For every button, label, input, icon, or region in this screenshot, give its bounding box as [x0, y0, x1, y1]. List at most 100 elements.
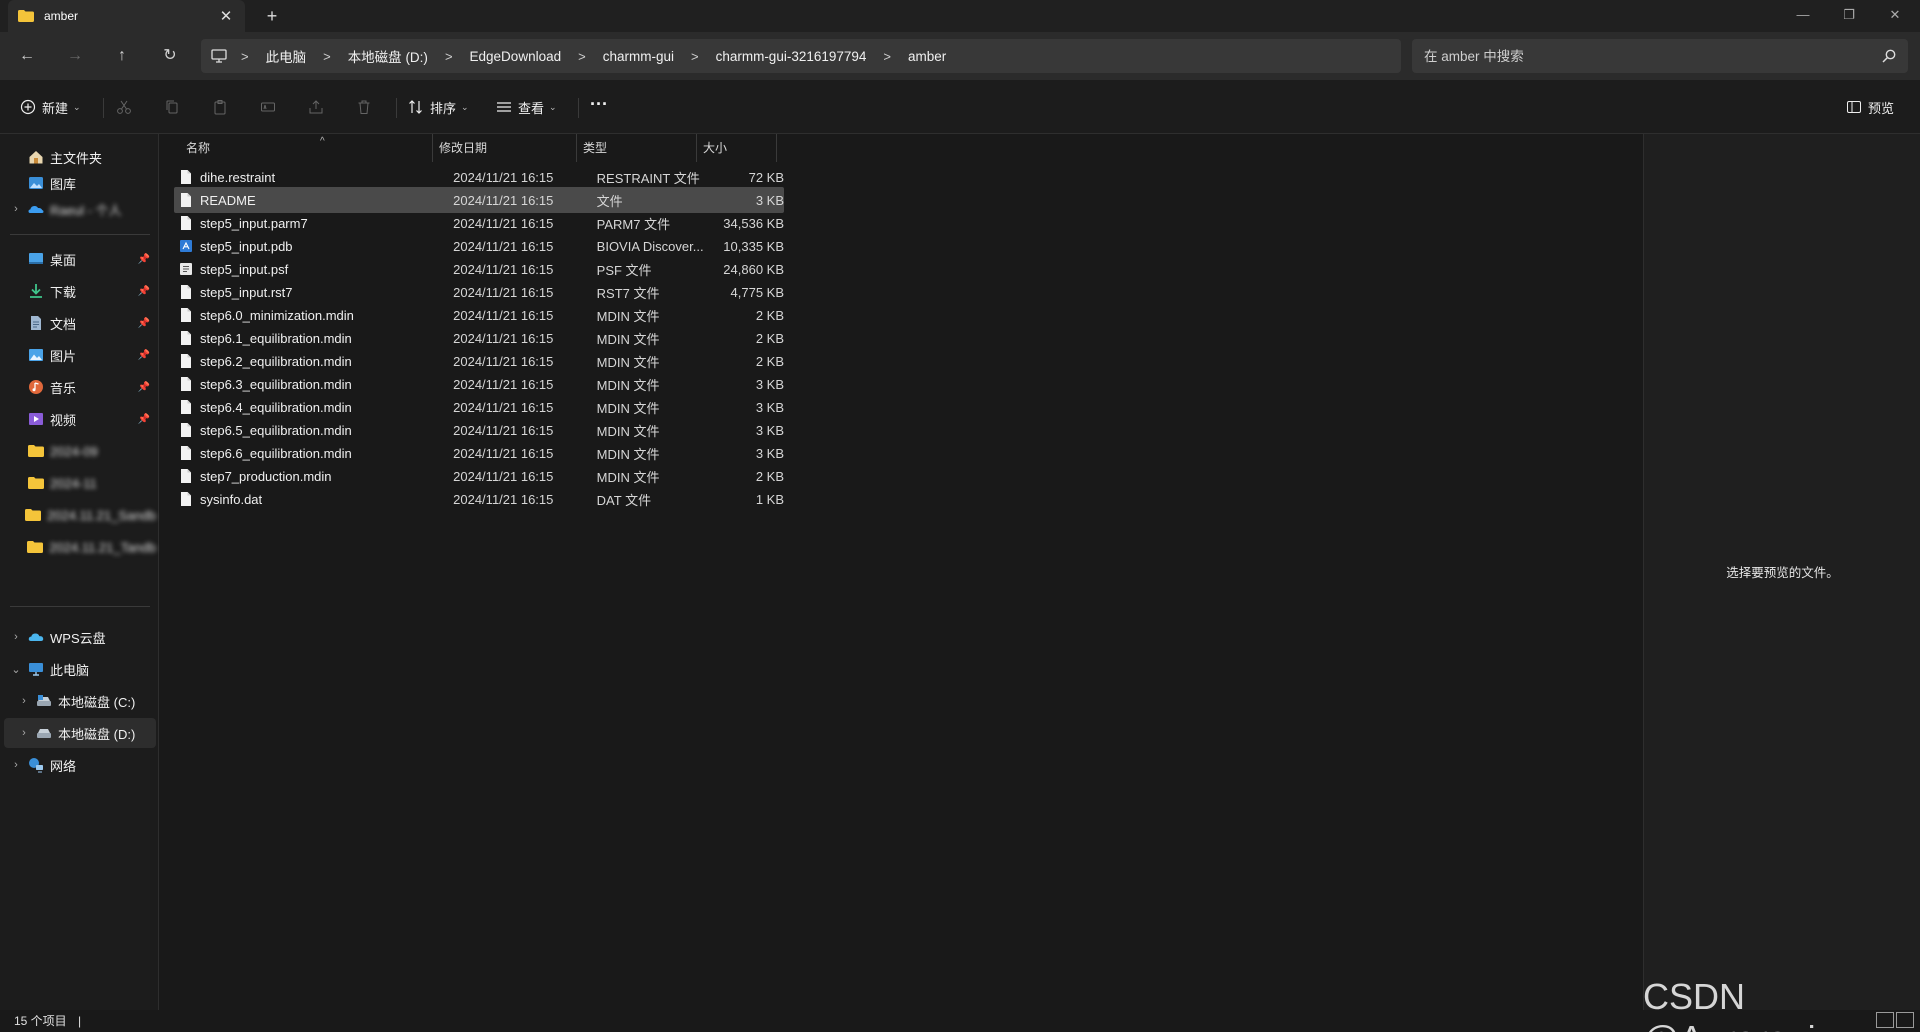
sidebar-item-recent-folder[interactable]: 2024.11.21_Tandb [4, 532, 156, 562]
breadcrumb-separator[interactable]: > [883, 49, 891, 64]
restore-button[interactable]: ❐ [1826, 0, 1872, 32]
breadcrumb-separator[interactable]: > [691, 49, 699, 64]
breadcrumb-this-pc[interactable]: 此电脑 [266, 46, 307, 66]
column-header-type[interactable]: 类型 [577, 134, 697, 162]
details-view-icon[interactable] [1876, 1012, 1894, 1028]
sidebar-item-label: 文档 [50, 316, 77, 332]
new-label: 新建 [42, 100, 69, 116]
file-icon [181, 193, 191, 207]
breadcrumb-separator[interactable]: > [323, 49, 331, 64]
sidebar-item-recent-folder[interactable]: 2024-09 [4, 436, 156, 466]
pin-icon: 📌 [137, 381, 150, 393]
tab-title: amber [44, 9, 79, 23]
file-icon [181, 285, 191, 299]
folder-icon [28, 477, 44, 489]
sidebar-item-network[interactable]: › 网络 [4, 750, 156, 780]
sidebar-item-downloads[interactable]: 下载 📌 [4, 276, 156, 306]
sort-button[interactable]: 排序 ⌄ [408, 95, 469, 119]
more-options-button[interactable]: ··· [590, 92, 608, 116]
sidebar-item-label: 下载 [50, 284, 77, 300]
chevron-right-icon[interactable]: › [4, 759, 28, 771]
delete-button[interactable] [356, 95, 378, 119]
paste-button[interactable] [212, 95, 234, 119]
search-icon[interactable] [1882, 49, 1896, 63]
file-row[interactable]: sysinfo.dat 2024/11/21 16:15 DAT 文件 1 KB [174, 486, 784, 512]
back-button[interactable]: ← [13, 44, 41, 68]
refresh-button[interactable]: ↻ [156, 44, 184, 68]
sidebar-item-recent-folder[interactable]: 2024-11 [4, 468, 156, 498]
view-button[interactable]: 查看 ⌄ [496, 95, 557, 119]
file-name: step6.2_equilibration.mdin [200, 353, 352, 369]
close-window-button[interactable]: ✕ [1872, 0, 1918, 32]
file-icon [181, 216, 191, 230]
breadcrumb-separator[interactable]: > [445, 49, 453, 64]
file-icon [181, 331, 191, 345]
file-name: step5_input.rst7 [200, 284, 293, 300]
address-bar[interactable]: > 此电脑 > 本地磁盘 (D:) > EdgeDownload > charm… [201, 39, 1401, 73]
file-name: step6.3_equilibration.mdin [200, 376, 352, 392]
breadcrumb-separator[interactable]: > [578, 49, 586, 64]
breadcrumb-edgedownload[interactable]: EdgeDownload [470, 49, 562, 64]
breadcrumb-drive-d[interactable]: 本地磁盘 (D:) [348, 46, 428, 66]
copy-button[interactable] [164, 95, 186, 119]
sidebar-item-desktop[interactable]: 桌面 📌 [4, 244, 156, 274]
sidebar-item-this-pc[interactable]: ⌄ 此电脑 [4, 654, 156, 684]
add-icon [20, 99, 36, 115]
chevron-right-icon[interactable]: › [12, 695, 36, 707]
search-box[interactable] [1412, 39, 1908, 73]
sidebar-item-recent-folder[interactable]: 2024.11.21_Sandb [4, 500, 156, 530]
file-date: 2024/11/21 16:15 [453, 422, 554, 438]
sidebar-item-drive-d[interactable]: › 本地磁盘 (D:) [4, 718, 156, 748]
large-icons-view-icon[interactable] [1896, 1012, 1914, 1028]
breadcrumb-amber[interactable]: amber [908, 49, 946, 64]
sidebar-item-music[interactable]: 音乐 📌 [4, 372, 156, 402]
new-button[interactable]: 新建 ⌄ [20, 95, 81, 119]
file-date: 2024/11/21 16:15 [453, 399, 554, 415]
sidebar-item-documents[interactable]: 文档 📌 [4, 308, 156, 338]
onedrive-icon [28, 206, 44, 213]
sidebar-item-label: 2024-11 [50, 475, 97, 491]
chevron-right-icon[interactable]: › [12, 727, 36, 739]
sidebar-item-drive-c[interactable]: › 本地磁盘 (C:) [12, 686, 156, 716]
search-input[interactable] [1424, 48, 1882, 64]
forward-button[interactable]: → [61, 44, 89, 68]
tab-amber[interactable]: amber ✕ [8, 0, 245, 32]
preview-pane-icon [1847, 101, 1861, 113]
videos-icon [29, 413, 43, 425]
sidebar-item-wps-cloud[interactable]: › WPS云盘 [4, 622, 156, 652]
pin-icon: 📌 [137, 349, 150, 361]
file-size: 1 KB [755, 491, 785, 507]
sidebar-item-videos[interactable]: 视频 📌 [4, 404, 156, 434]
column-header-name[interactable]: ^ 名称 [180, 134, 433, 162]
monitor-icon[interactable] [211, 49, 227, 63]
column-header-date[interactable]: 修改日期 [433, 134, 577, 162]
chevron-right-icon[interactable]: › [4, 203, 28, 215]
chevron-down-icon[interactable]: ⌄ [4, 663, 28, 676]
minimize-button[interactable]: — [1780, 0, 1826, 32]
sidebar-item-onedrive[interactable]: › Raeul - 个人 [4, 194, 156, 224]
share-button[interactable] [308, 95, 330, 119]
file-size: 3 KB [755, 399, 785, 415]
chevron-right-icon[interactable]: › [4, 631, 28, 643]
breadcrumb-charmm-gui[interactable]: charmm-gui [603, 49, 674, 64]
documents-icon [31, 316, 41, 330]
file-size: 3 KB [755, 192, 785, 208]
close-tab-icon[interactable]: ✕ [217, 7, 235, 25]
sidebar-item-label: 本地磁盘 (D:) [58, 726, 136, 742]
file-date: 2024/11/21 16:15 [453, 468, 554, 484]
new-tab-button[interactable]: + [260, 4, 284, 28]
column-header-size[interactable]: 大小 [697, 134, 777, 162]
file-size: 3 KB [755, 376, 785, 392]
file-type: BIOVIA Discover... [596, 238, 704, 254]
file-size: 34,536 KB [723, 215, 785, 231]
up-button[interactable]: ↑ [108, 44, 136, 68]
sidebar-item-label: 主文件夹 [50, 150, 103, 166]
cut-button[interactable] [116, 95, 138, 119]
breadcrumb-charmm-gui-job[interactable]: charmm-gui-3216197794 [716, 49, 867, 64]
file-type: MDIN 文件 [596, 308, 660, 324]
breadcrumb-separator[interactable]: > [241, 49, 249, 64]
rename-button[interactable] [260, 95, 282, 119]
sidebar-item-pictures[interactable]: 图片 📌 [4, 340, 156, 370]
preview-pane-button[interactable]: 预览 [1846, 95, 1894, 119]
view-label: 查看 [518, 100, 545, 116]
